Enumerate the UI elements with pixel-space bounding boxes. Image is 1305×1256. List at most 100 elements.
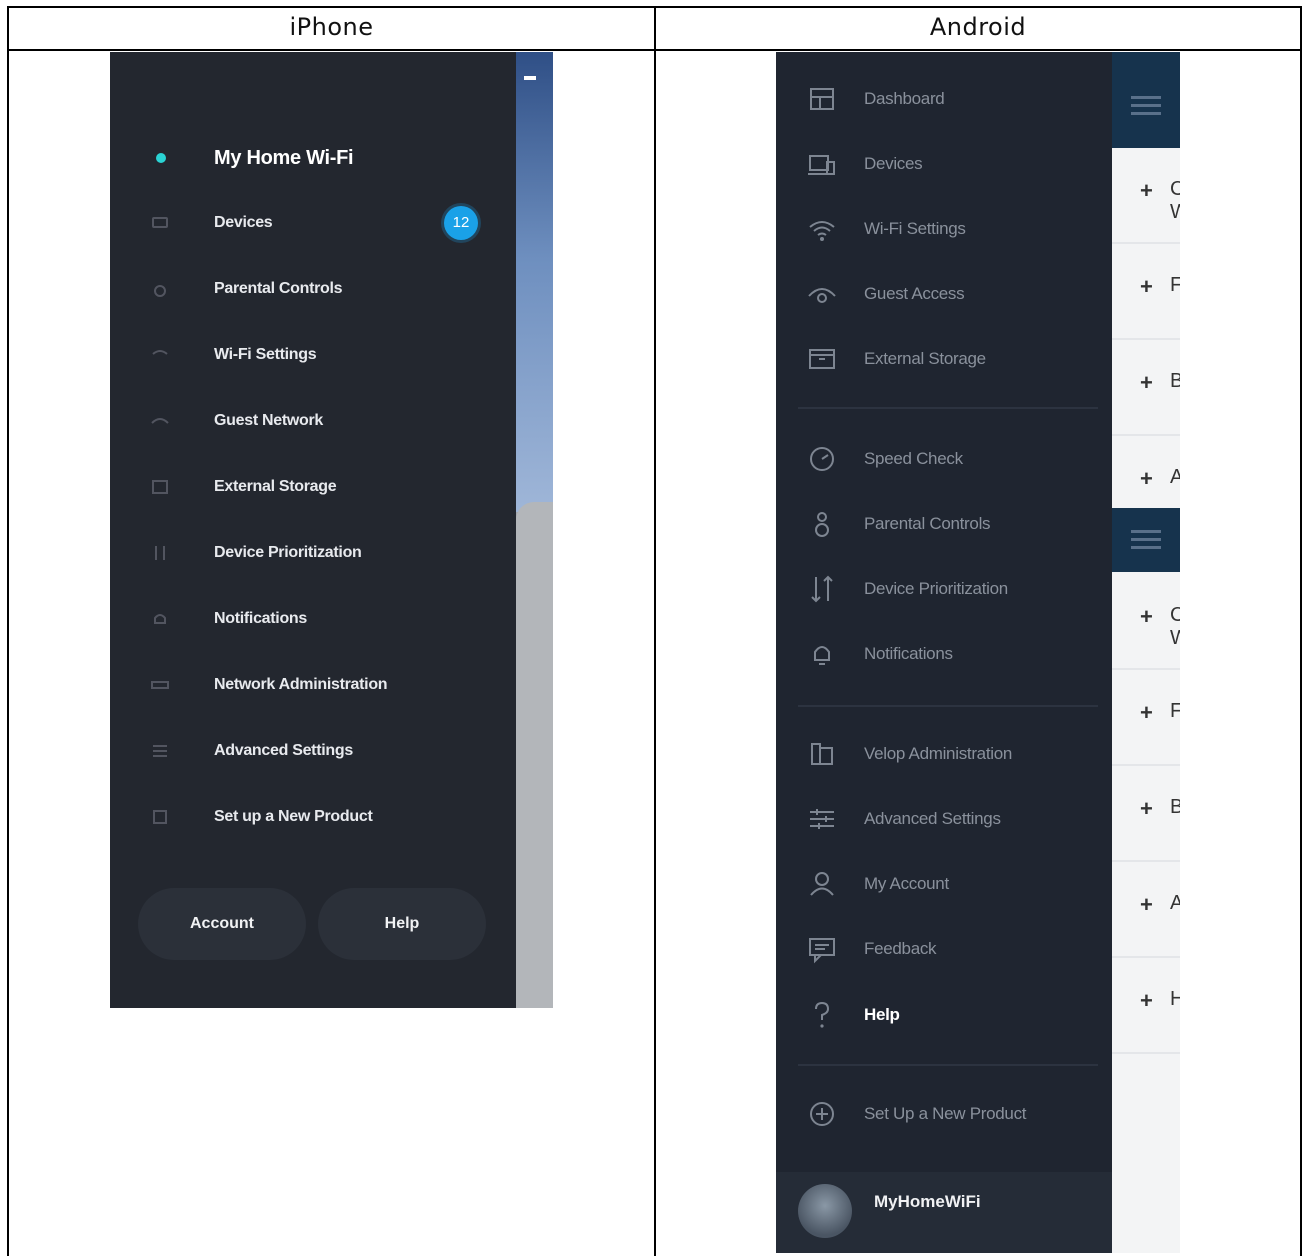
plus-icon: +: [1140, 274, 1153, 299]
menu-item-label: Notifications: [214, 610, 307, 627]
bell-icon: [806, 638, 838, 670]
background-list-item: + F: [1112, 670, 1180, 766]
list-item-text: C W: [1170, 178, 1180, 223]
menu-item-label: External Storage: [214, 478, 337, 495]
menu-item-label: Device Prioritization: [864, 579, 1008, 598]
devices-count-badge: 12: [444, 206, 478, 240]
menu-item-label: Speed Check: [864, 449, 963, 468]
menu-item-parental-controls[interactable]: Parental Controls: [110, 269, 516, 309]
menu-item-external-storage[interactable]: External Storage: [776, 337, 1112, 381]
list-item-text: F: [1170, 274, 1180, 296]
hamburger-icon: [1131, 96, 1161, 120]
account-button[interactable]: Account: [138, 888, 306, 960]
menu-item-network-administration[interactable]: Network Administration: [110, 665, 516, 705]
menu-item-label: Wi-Fi Settings: [864, 219, 966, 238]
wifi-icon: [152, 350, 168, 355]
table-border-left: [7, 6, 9, 1256]
background-list-item: + C W: [1112, 574, 1180, 670]
list-item-text: C W: [1170, 604, 1180, 649]
menu-item-speed-check[interactable]: Speed Check: [776, 437, 1112, 481]
menu-item-guest-access[interactable]: Guest Access: [776, 272, 1112, 316]
menu-item-advanced-settings[interactable]: Advanced Settings: [110, 731, 516, 771]
menu-item-label: External Storage: [864, 349, 986, 368]
menu-item-notifications[interactable]: Notifications: [776, 632, 1112, 676]
menu-divider: [798, 407, 1098, 409]
menu-item-velop-administration[interactable]: Velop Administration: [776, 732, 1112, 776]
menu-item-label: Network Administration: [214, 676, 388, 693]
menu-item-my-account[interactable]: My Account: [776, 862, 1112, 906]
menu-item-notifications[interactable]: Notifications: [110, 599, 516, 639]
menu-item-label: Velop Administration: [864, 744, 1013, 763]
menu-item-label: Set Up a New Product: [864, 1104, 1027, 1123]
background-list-item: + B: [1112, 340, 1180, 436]
plus-icon: +: [1140, 988, 1153, 1013]
menu-item-label: Advanced Settings: [214, 742, 353, 759]
devices-icon: [806, 148, 838, 180]
background-list-item: + F: [1112, 244, 1180, 340]
background-toolbar: [1112, 52, 1180, 148]
background-list-item: + A: [1112, 862, 1180, 958]
storage-icon: [806, 343, 838, 375]
menu-item-external-storage[interactable]: External Storage: [110, 467, 516, 507]
background-indicator: [524, 76, 536, 80]
network-avatar: [798, 1184, 852, 1238]
background-app-edge: [516, 52, 553, 1008]
iphone-screenshot: My Home Wi-Fi Devices 12 Parental Contro…: [110, 52, 553, 1008]
network-footer[interactable]: MyHomeWiFi: [776, 1172, 1112, 1253]
list-item-text: B: [1170, 796, 1180, 818]
guest-network-icon: [151, 418, 169, 424]
table-column-divider: [654, 6, 656, 1256]
network-title: My Home Wi-Fi: [214, 147, 354, 169]
menu-item-label: Guest Network: [214, 412, 324, 429]
list-item-text: B: [1170, 370, 1180, 392]
speed-check-icon: [806, 443, 838, 475]
menu-item-label: Device Prioritization: [214, 544, 362, 561]
network-title-row[interactable]: My Home Wi-Fi: [110, 138, 516, 178]
wifi-icon: [806, 213, 838, 245]
menu-item-label: Notifications: [864, 644, 953, 663]
android-nav-drawer: Dashboard Devices Wi-Fi Settings Guest A…: [776, 52, 1112, 1253]
help-button[interactable]: Help: [318, 888, 486, 960]
menu-item-feedback[interactable]: Feedback: [776, 927, 1112, 971]
background-card: [516, 502, 553, 1008]
menu-item-wifi-settings[interactable]: Wi-Fi Settings: [110, 335, 516, 375]
devices-icon: [152, 217, 168, 228]
menu-item-new-product[interactable]: Set up a New Product: [110, 797, 516, 837]
menu-item-label: Guest Access: [864, 284, 965, 303]
plus-icon: +: [1140, 700, 1153, 725]
menu-item-guest-network[interactable]: Guest Network: [110, 401, 516, 441]
menu-item-wifi-settings[interactable]: Wi-Fi Settings: [776, 207, 1112, 251]
prioritization-icon: [806, 573, 838, 605]
parental-controls-icon: [154, 285, 166, 297]
menu-item-set-up-new-product[interactable]: Set Up a New Product: [776, 1092, 1112, 1136]
network-admin-icon: [151, 681, 169, 689]
menu-item-label: Devices: [864, 154, 923, 173]
menu-item-devices[interactable]: Devices 12: [110, 203, 516, 243]
plus-icon: +: [1140, 178, 1153, 203]
plus-icon: +: [1140, 466, 1153, 491]
menu-item-advanced-settings[interactable]: Advanced Settings: [776, 797, 1112, 841]
column-header-iphone: iPhone: [289, 13, 374, 41]
plus-icon: +: [1140, 370, 1153, 395]
storage-icon: [152, 480, 168, 494]
background-header: [516, 52, 553, 512]
menu-item-device-prioritization[interactable]: Device Prioritization: [776, 567, 1112, 611]
background-list-item: + C W: [1112, 148, 1180, 244]
menu-item-parental-controls[interactable]: Parental Controls: [776, 502, 1112, 546]
menu-item-device-prioritization[interactable]: Device Prioritization: [110, 533, 516, 573]
plus-icon: +: [1140, 604, 1153, 629]
menu-item-devices[interactable]: Devices: [776, 142, 1112, 186]
online-status-dot: [156, 153, 166, 163]
menu-item-label: Parental Controls: [864, 514, 991, 533]
menu-item-label: Advanced Settings: [864, 809, 1001, 828]
background-toolbar: [1112, 508, 1180, 572]
menu-item-dashboard[interactable]: Dashboard: [776, 77, 1112, 121]
menu-item-label: Set up a New Product: [214, 808, 373, 825]
dashboard-icon: [806, 83, 838, 115]
new-product-icon: [153, 810, 167, 824]
menu-item-label: Feedback: [864, 939, 937, 958]
menu-item-help[interactable]: Help: [776, 993, 1112, 1037]
menu-divider: [798, 1064, 1098, 1066]
sliders-icon: [153, 745, 167, 757]
feedback-icon: [806, 933, 838, 965]
